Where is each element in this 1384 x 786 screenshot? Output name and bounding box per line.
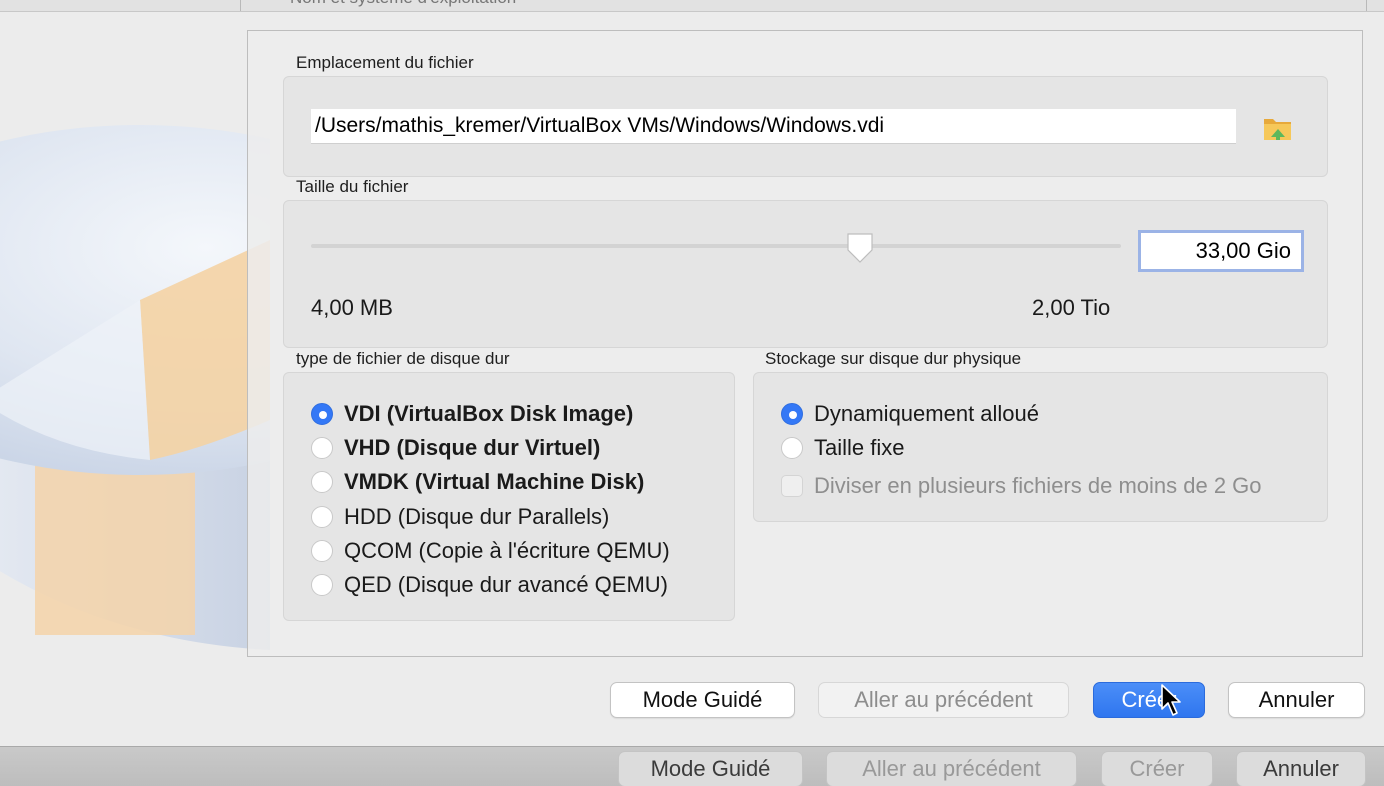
storage-label: Stockage sur disque dur physique bbox=[765, 349, 1022, 368]
hard-disk-illustration bbox=[0, 125, 270, 650]
background-cancel-button: Annuler bbox=[1236, 751, 1366, 786]
previous-button[interactable]: Aller au précédent bbox=[818, 682, 1069, 718]
radio-button[interactable] bbox=[311, 471, 333, 493]
background-create-button: Créer bbox=[1101, 751, 1213, 786]
file-size-input[interactable] bbox=[1138, 230, 1304, 272]
radio-dynamic[interactable]: Dynamiquement alloué bbox=[781, 399, 1039, 429]
radio-label: QCOM (Copie à l'écriture QEMU) bbox=[344, 538, 670, 563]
radio-hdd[interactable]: HDD (Disque dur Parallels) bbox=[311, 502, 609, 532]
radio-label: HDD (Disque dur Parallels) bbox=[344, 504, 610, 529]
radio-button[interactable] bbox=[311, 574, 333, 596]
mouse-pointer-icon bbox=[1161, 684, 1181, 716]
background-previous-button: Aller au précédent bbox=[826, 751, 1077, 786]
radio-label: Taille fixe bbox=[814, 435, 905, 460]
radio-vmdk[interactable]: VMDK (Virtual Machine Disk) bbox=[311, 467, 644, 497]
split-files-label: Diviser en plusieurs fichiers de moins d… bbox=[814, 473, 1262, 498]
radio-label: VDI (VirtualBox Disk Image) bbox=[344, 401, 634, 426]
folder-icon bbox=[1264, 119, 1291, 140]
radio-label: VHD (Disque dur Virtuel) bbox=[344, 435, 601, 460]
radio-fixed-size[interactable]: Taille fixe bbox=[781, 433, 904, 463]
split-files-checkbox-row: Diviser en plusieurs fichiers de moins d… bbox=[781, 471, 1262, 501]
radio-label: Dynamiquement alloué bbox=[814, 401, 1040, 426]
split-files-checkbox bbox=[781, 475, 803, 497]
cancel-button[interactable]: Annuler bbox=[1228, 682, 1365, 718]
radio-button[interactable] bbox=[311, 506, 333, 528]
radio-button[interactable] bbox=[311, 403, 333, 425]
file-location-label: Emplacement du fichier bbox=[296, 53, 474, 72]
file-size-label: Taille du fichier bbox=[296, 177, 409, 196]
size-max-label: 2,00 Tio bbox=[1032, 295, 1111, 320]
radio-vhd[interactable]: VHD (Disque dur Virtuel) bbox=[311, 433, 600, 463]
file-path-input[interactable] bbox=[311, 109, 1236, 144]
radio-label: QED (Disque dur avancé QEMU) bbox=[344, 572, 668, 597]
radio-button[interactable] bbox=[311, 540, 333, 562]
size-min-label: 4,00 MB bbox=[311, 295, 393, 320]
file-size-slider-track[interactable] bbox=[311, 244, 1121, 248]
disk-type-label: type de fichier de disque dur bbox=[296, 349, 510, 368]
choose-file-button[interactable] bbox=[1262, 113, 1294, 143]
radio-button[interactable] bbox=[781, 403, 803, 425]
guided-mode-button[interactable]: Mode Guidé bbox=[610, 682, 795, 718]
background-step-title: Nom et système d'exploitation bbox=[290, 0, 516, 8]
radio-qed[interactable]: QED (Disque dur avancé QEMU) bbox=[311, 570, 668, 600]
radio-label: VMDK (Virtual Machine Disk) bbox=[344, 469, 645, 494]
create-button[interactable]: Créer bbox=[1093, 682, 1205, 718]
file-size-group bbox=[283, 200, 1328, 348]
divider bbox=[240, 0, 241, 11]
radio-button[interactable] bbox=[781, 437, 803, 459]
background-window-strip: Nom et système d'exploitation bbox=[0, 0, 1384, 12]
radio-button[interactable] bbox=[311, 437, 333, 459]
divider bbox=[1366, 0, 1367, 11]
radio-vdi[interactable]: VDI (VirtualBox Disk Image) bbox=[311, 399, 633, 429]
radio-qcow[interactable]: QCOM (Copie à l'écriture QEMU) bbox=[311, 536, 670, 566]
background-guided-mode-button: Mode Guidé bbox=[618, 751, 803, 786]
file-size-slider-thumb[interactable] bbox=[845, 231, 875, 265]
